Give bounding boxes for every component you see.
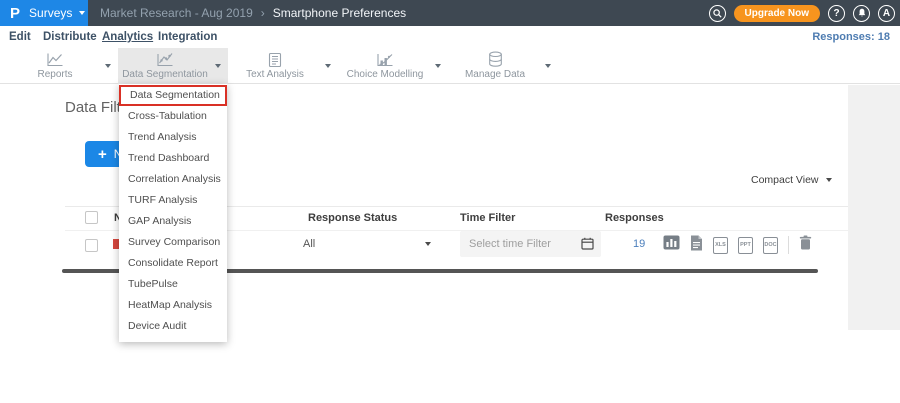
menu-item-consolidate-report[interactable]: Consolidate Report <box>119 253 227 274</box>
chevron-down-icon[interactable] <box>545 64 551 68</box>
tab-distribute[interactable]: Distribute <box>43 26 97 48</box>
responses-count-badge: Responses: 18 <box>812 26 890 48</box>
row-checkbox[interactable] <box>85 239 98 252</box>
questionpro-logo-icon: P <box>10 5 20 22</box>
chevron-down-icon[interactable] <box>215 64 221 68</box>
upgrade-now-button[interactable]: Upgrade Now <box>734 5 820 22</box>
surveys-menu[interactable]: P Surveys <box>0 0 88 26</box>
delete-filter-button[interactable] <box>799 235 812 255</box>
toolbar-item-label: Text Analysis <box>228 69 322 80</box>
menu-item-device-audit[interactable]: Device Audit <box>119 316 227 337</box>
row-responses-count[interactable]: 19 <box>633 238 645 250</box>
calendar-icon[interactable] <box>581 237 594 255</box>
menu-item-correlation-analysis[interactable]: Correlation Analysis <box>119 169 227 190</box>
bell-icon <box>857 8 867 18</box>
document-report-button[interactable] <box>690 235 703 256</box>
toolbar-item-manage-data[interactable]: Manage Data <box>448 48 558 84</box>
bar-curve-chart-icon <box>338 51 432 68</box>
chevron-down-icon <box>826 178 832 182</box>
scatter-plot-icon <box>118 51 212 68</box>
menu-item-data-segmentation[interactable]: Data Segmentation <box>119 85 227 106</box>
export-xls-button[interactable]: XLS <box>713 237 728 254</box>
toolbar-item-text-analysis[interactable]: Text Analysis <box>228 48 338 84</box>
toolbar-item-data-segmentation[interactable]: Data Segmentation <box>118 48 228 84</box>
compact-view-select[interactable]: Compact View <box>751 172 832 188</box>
tab-analytics[interactable]: Analytics <box>102 26 153 48</box>
chevron-down-icon[interactable] <box>425 242 431 246</box>
breadcrumb: Market Research - Aug 2019 › Smartphone … <box>100 0 406 26</box>
toolbar-item-choice-modelling[interactable]: Choice Modelling <box>338 48 448 84</box>
menu-item-turf-analysis[interactable]: TURF Analysis <box>119 190 227 211</box>
response-status-select[interactable]: All <box>303 238 315 250</box>
document-icon <box>690 235 703 251</box>
menu-item-tubepulse[interactable]: TubePulse <box>119 274 227 295</box>
data-segmentation-dropdown: Data Segmentation Cross-Tabulation Trend… <box>119 84 227 342</box>
time-filter-field <box>460 231 601 257</box>
actions-divider <box>788 236 789 254</box>
trash-icon <box>799 235 812 250</box>
menu-item-gap-analysis[interactable]: GAP Analysis <box>119 211 227 232</box>
surveys-label: Surveys <box>29 6 72 20</box>
text-document-icon <box>228 51 322 68</box>
chart-report-button[interactable] <box>663 235 680 255</box>
menu-bar: Edit Distribute Analytics Integration Re… <box>0 26 900 49</box>
ppt-file-icon: PPT <box>740 242 751 248</box>
menu-item-trend-dashboard[interactable]: Trend Dashboard <box>119 148 227 169</box>
row-actions: XLS PPT DOC <box>663 236 812 254</box>
chevron-down-icon <box>79 11 85 15</box>
toolbar-item-reports[interactable]: Reports <box>8 48 118 84</box>
toolbar-item-label: Data Segmentation <box>118 69 212 80</box>
breadcrumb-parent[interactable]: Market Research - Aug 2019 <box>100 6 253 20</box>
avatar-button[interactable]: A <box>878 5 895 22</box>
toolbar-item-label: Manage Data <box>448 69 542 80</box>
export-ppt-button[interactable]: PPT <box>738 237 753 254</box>
help-button[interactable]: ? <box>828 5 845 22</box>
search-icon <box>713 9 722 18</box>
bar-chart-icon <box>663 235 680 250</box>
menu-item-trend-analysis[interactable]: Trend Analysis <box>119 127 227 148</box>
menu-item-survey-comparison[interactable]: Survey Comparison <box>119 232 227 253</box>
top-bar: P Surveys Market Research - Aug 2019 › S… <box>0 0 900 26</box>
breadcrumb-current: Smartphone Preferences <box>273 6 406 20</box>
app-window: P Surveys Market Research - Aug 2019 › S… <box>0 0 900 403</box>
breadcrumb-separator-icon: › <box>261 6 265 20</box>
select-all-checkbox[interactable] <box>85 211 98 224</box>
chevron-down-icon[interactable] <box>435 64 441 68</box>
line-chart-icon <box>8 51 102 68</box>
menu-item-cross-tabulation[interactable]: Cross-Tabulation <box>119 106 227 127</box>
page-background-margin <box>848 85 900 330</box>
col-header-response-status: Response Status <box>308 212 397 224</box>
xls-file-icon: XLS <box>715 242 726 248</box>
export-doc-button[interactable]: DOC <box>763 237 778 254</box>
toolbar-item-label: Choice Modelling <box>338 69 432 80</box>
chevron-down-icon[interactable] <box>105 64 111 68</box>
notifications-button[interactable] <box>853 5 870 22</box>
time-filter-input[interactable] <box>460 231 601 257</box>
doc-file-icon: DOC <box>764 242 776 248</box>
toolbar-item-label: Reports <box>8 69 102 80</box>
tab-integration[interactable]: Integration <box>158 26 217 48</box>
col-header-time-filter: Time Filter <box>460 212 515 224</box>
database-icon <box>448 51 542 68</box>
plus-icon: + <box>98 147 107 162</box>
analytics-toolbar: Reports Data Segmentation <box>0 48 900 84</box>
search-button[interactable] <box>709 5 726 22</box>
compact-view-label: Compact View <box>751 174 819 186</box>
tab-edit[interactable]: Edit <box>9 26 31 48</box>
chevron-down-icon[interactable] <box>325 64 331 68</box>
menu-item-heatmap-analysis[interactable]: HeatMap Analysis <box>119 295 227 316</box>
col-header-responses: Responses <box>605 212 664 224</box>
topbar-actions: Upgrade Now ? A <box>709 0 895 26</box>
